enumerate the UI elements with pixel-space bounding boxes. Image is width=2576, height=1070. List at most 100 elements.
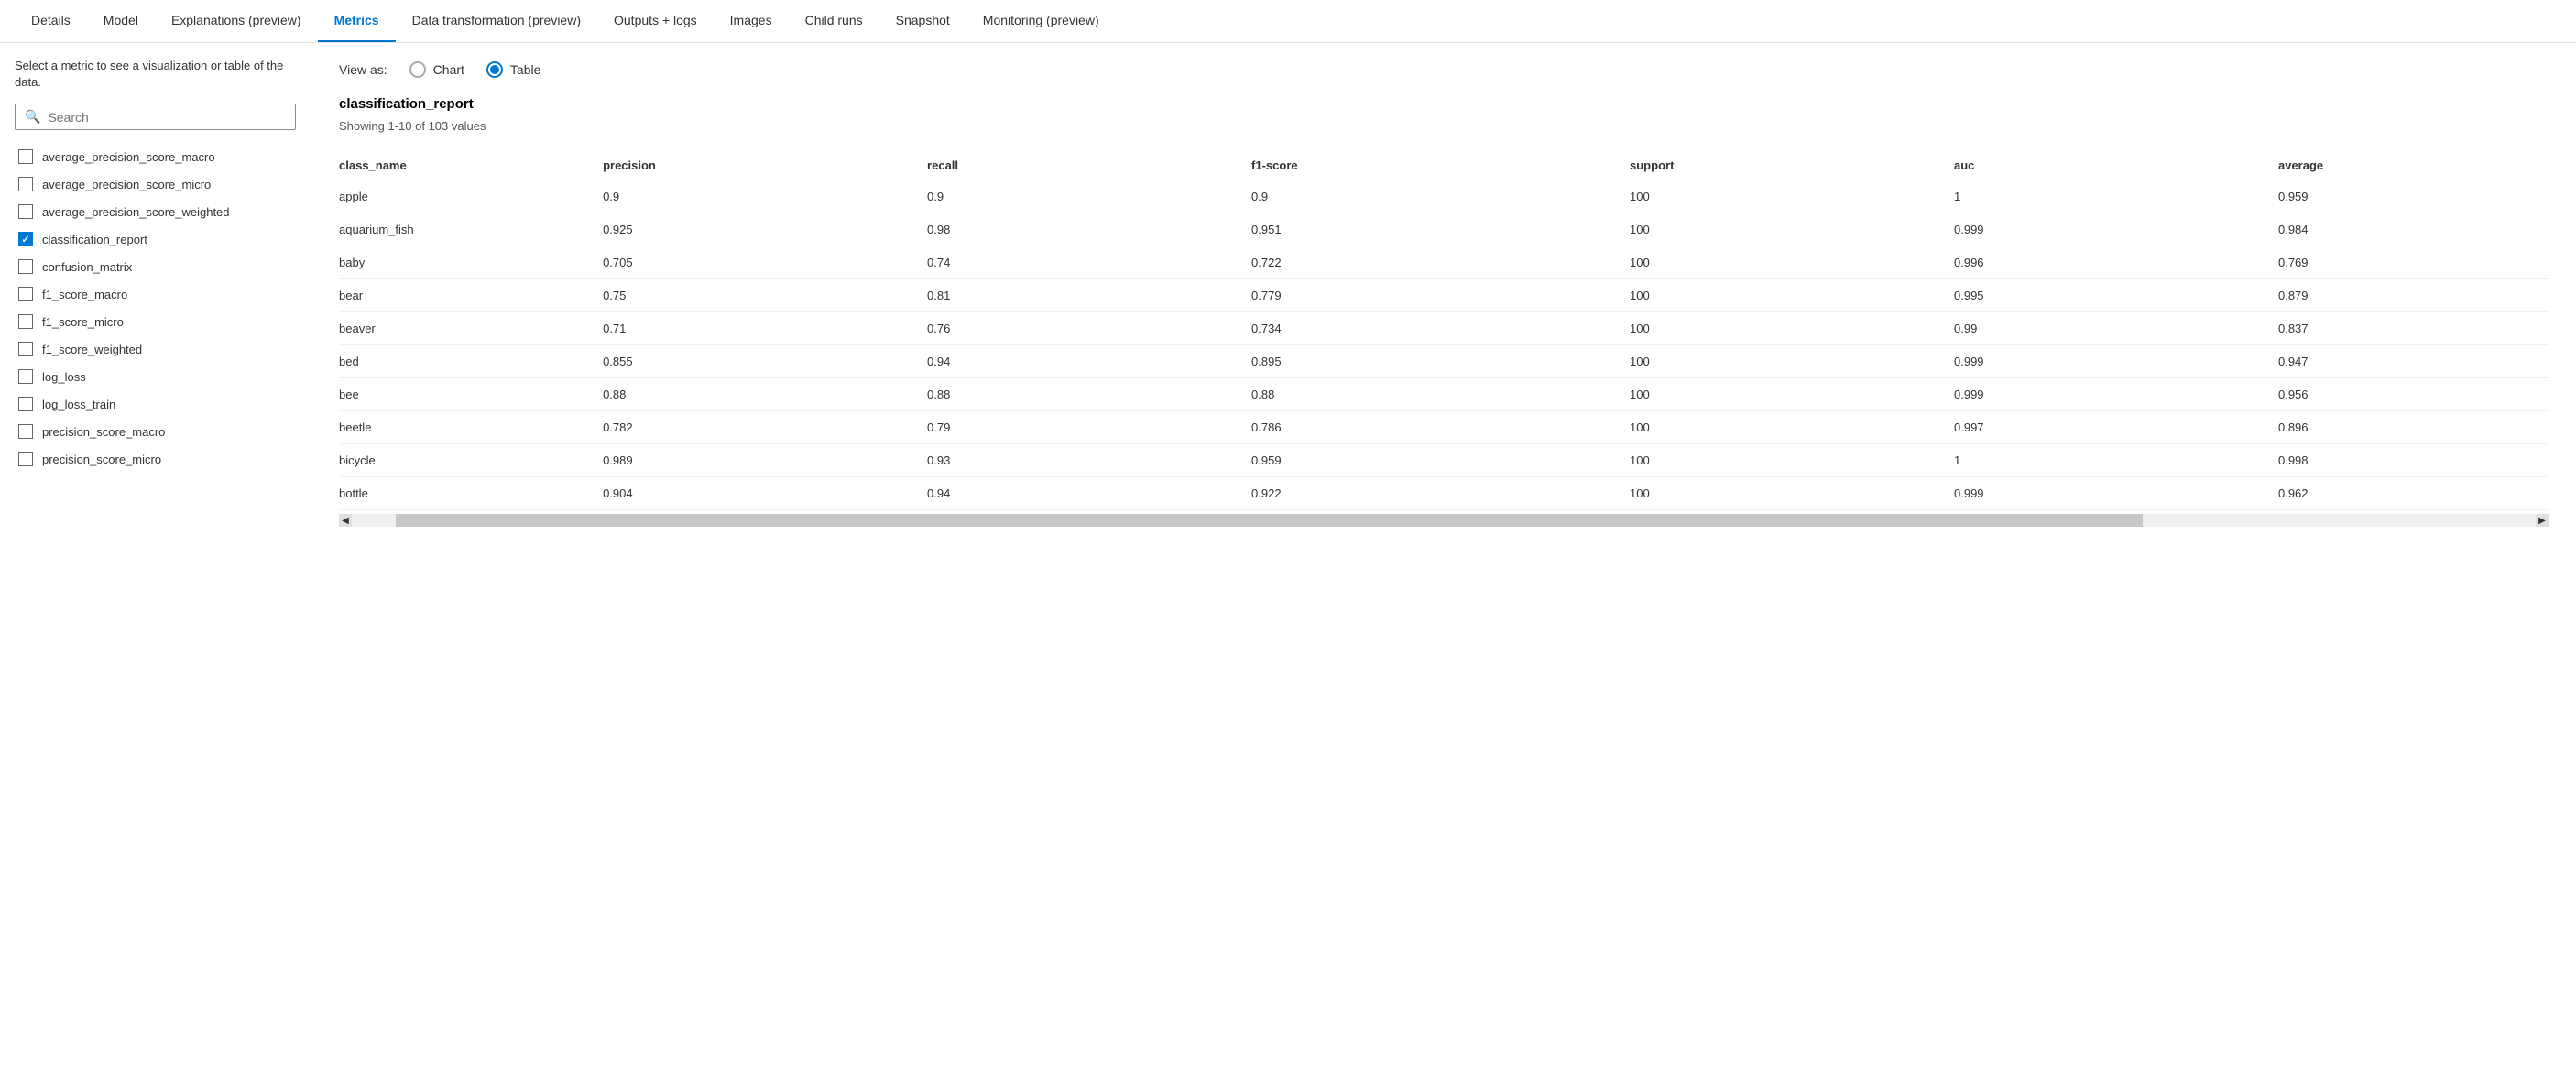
scrollbar-thumb[interactable] <box>396 514 2143 527</box>
metric-label-log_loss: log_loss <box>42 370 86 384</box>
metric-item-precision_score_macro[interactable]: precision_score_macro <box>15 418 296 445</box>
cell-average-5: 0.947 <box>2278 345 2549 378</box>
cell-f1score-1: 0.951 <box>1251 213 1630 246</box>
cell-class_name-2: baby <box>339 246 603 279</box>
cell-average-3: 0.879 <box>2278 279 2549 312</box>
metric-item-confusion_matrix[interactable]: confusion_matrix <box>15 253 296 280</box>
table-row: bed0.8550.940.8951000.9990.947 <box>339 345 2549 378</box>
metric-checkbox-confusion_matrix[interactable] <box>18 259 33 274</box>
table-row: beetle0.7820.790.7861000.9970.896 <box>339 411 2549 444</box>
metric-checkbox-f1_score_micro[interactable] <box>18 314 33 329</box>
metric-checkbox-average_precision_score_macro[interactable] <box>18 149 33 164</box>
metric-label-average_precision_score_weighted: average_precision_score_weighted <box>42 205 230 219</box>
cell-class_name-4: beaver <box>339 312 603 345</box>
bottom-scrollbar[interactable]: ◀ ▶ <box>339 514 2549 527</box>
cell-f1score-0: 0.9 <box>1251 180 1630 213</box>
nav-item-explanations[interactable]: Explanations (preview) <box>155 0 318 42</box>
scroll-right-arrow[interactable]: ▶ <box>2536 514 2549 527</box>
cell-class_name-7: beetle <box>339 411 603 444</box>
chart-label: Chart <box>433 62 464 77</box>
nav-item-child-runs[interactable]: Child runs <box>789 0 879 42</box>
metric-item-log_loss[interactable]: log_loss <box>15 363 296 390</box>
cell-class_name-3: bear <box>339 279 603 312</box>
metric-item-f1_score_macro[interactable]: f1_score_macro <box>15 280 296 308</box>
search-icon: 🔍 <box>25 109 40 125</box>
cell-f1score-2: 0.722 <box>1251 246 1630 279</box>
cell-average-7: 0.896 <box>2278 411 2549 444</box>
metric-label-f1_score_micro: f1_score_micro <box>42 315 124 329</box>
col-header-support: support <box>1630 151 1954 180</box>
cell-precision-5: 0.855 <box>603 345 927 378</box>
metric-item-classification_report[interactable]: classification_report <box>15 225 296 253</box>
table-header: class_nameprecisionrecallf1-scoresupport… <box>339 151 2549 180</box>
nav-item-outputs-logs[interactable]: Outputs + logs <box>597 0 714 42</box>
metric-checkbox-precision_score_macro[interactable] <box>18 424 33 439</box>
nav-item-details[interactable]: Details <box>15 0 87 42</box>
metric-checkbox-classification_report[interactable] <box>18 232 33 246</box>
nav-item-snapshot[interactable]: Snapshot <box>879 0 966 42</box>
metric-checkbox-f1_score_macro[interactable] <box>18 287 33 301</box>
metric-label-f1_score_weighted: f1_score_weighted <box>42 343 142 356</box>
metric-checkbox-log_loss[interactable] <box>18 369 33 384</box>
cell-auc-3: 0.995 <box>1954 279 2278 312</box>
metric-item-average_precision_score_weighted[interactable]: average_precision_score_weighted <box>15 198 296 225</box>
cell-auc-5: 0.999 <box>1954 345 2278 378</box>
cell-average-6: 0.956 <box>2278 378 2549 411</box>
metric-item-average_precision_score_macro[interactable]: average_precision_score_macro <box>15 143 296 170</box>
metric-checkbox-log_loss_train[interactable] <box>18 397 33 411</box>
cell-auc-0: 1 <box>1954 180 2278 213</box>
cell-average-9: 0.962 <box>2278 477 2549 510</box>
cell-auc-4: 0.99 <box>1954 312 2278 345</box>
cell-precision-1: 0.925 <box>603 213 927 246</box>
cell-auc-1: 0.999 <box>1954 213 2278 246</box>
nav-item-images[interactable]: Images <box>714 0 789 42</box>
nav-item-model[interactable]: Model <box>87 0 155 42</box>
cell-support-0: 100 <box>1630 180 1954 213</box>
metric-item-average_precision_score_micro[interactable]: average_precision_score_micro <box>15 170 296 198</box>
table-row: bee0.880.880.881000.9990.956 <box>339 378 2549 411</box>
metric-label-precision_score_micro: precision_score_micro <box>42 453 161 466</box>
cell-precision-4: 0.71 <box>603 312 927 345</box>
table-header-row: class_nameprecisionrecallf1-scoresupport… <box>339 151 2549 180</box>
cell-precision-8: 0.989 <box>603 444 927 477</box>
cell-auc-7: 0.997 <box>1954 411 2278 444</box>
metric-label-classification_report: classification_report <box>42 233 147 246</box>
data-table: class_nameprecisionrecallf1-scoresupport… <box>339 151 2549 510</box>
cell-auc-9: 0.999 <box>1954 477 2278 510</box>
metric-item-log_loss_train[interactable]: log_loss_train <box>15 390 296 418</box>
table-label: Table <box>510 62 540 77</box>
metric-item-f1_score_weighted[interactable]: f1_score_weighted <box>15 335 296 363</box>
metric-item-precision_score_micro[interactable]: precision_score_micro <box>15 445 296 473</box>
cell-support-1: 100 <box>1630 213 1954 246</box>
chart-radio-circle <box>409 61 426 78</box>
table-row: aquarium_fish0.9250.980.9511000.9990.984 <box>339 213 2549 246</box>
nav-item-metrics[interactable]: Metrics <box>318 0 396 42</box>
col-header-f1-score: f1-score <box>1251 151 1630 180</box>
search-input[interactable] <box>48 110 286 125</box>
scroll-left-arrow[interactable]: ◀ <box>339 514 352 527</box>
table-body: apple0.90.90.910010.959aquarium_fish0.92… <box>339 180 2549 510</box>
cell-auc-6: 0.999 <box>1954 378 2278 411</box>
metric-item-f1_score_micro[interactable]: f1_score_micro <box>15 308 296 335</box>
metric-checkbox-average_precision_score_weighted[interactable] <box>18 204 33 219</box>
cell-class_name-1: aquarium_fish <box>339 213 603 246</box>
metric-checkbox-precision_score_micro[interactable] <box>18 452 33 466</box>
nav-item-data-transformation[interactable]: Data transformation (preview) <box>396 0 597 42</box>
sidebar-description: Select a metric to see a visualization o… <box>15 58 296 91</box>
search-box[interactable]: 🔍 <box>15 104 296 130</box>
table-row: beaver0.710.760.7341000.990.837 <box>339 312 2549 345</box>
table-radio-circle <box>486 61 503 78</box>
cell-recall-6: 0.88 <box>927 378 1251 411</box>
table-row: apple0.90.90.910010.959 <box>339 180 2549 213</box>
col-header-auc: auc <box>1954 151 2278 180</box>
cell-support-3: 100 <box>1630 279 1954 312</box>
metric-checkbox-average_precision_score_micro[interactable] <box>18 177 33 191</box>
sidebar: Select a metric to see a visualization o… <box>0 43 311 1067</box>
view-as-label: View as: <box>339 62 387 77</box>
nav-item-monitoring[interactable]: Monitoring (preview) <box>966 0 1116 42</box>
metric-checkbox-f1_score_weighted[interactable] <box>18 342 33 356</box>
cell-class_name-5: bed <box>339 345 603 378</box>
chart-radio-option[interactable]: Chart <box>409 61 464 78</box>
report-subtitle: Showing 1-10 of 103 values <box>339 119 2549 133</box>
table-radio-option[interactable]: Table <box>486 61 540 78</box>
